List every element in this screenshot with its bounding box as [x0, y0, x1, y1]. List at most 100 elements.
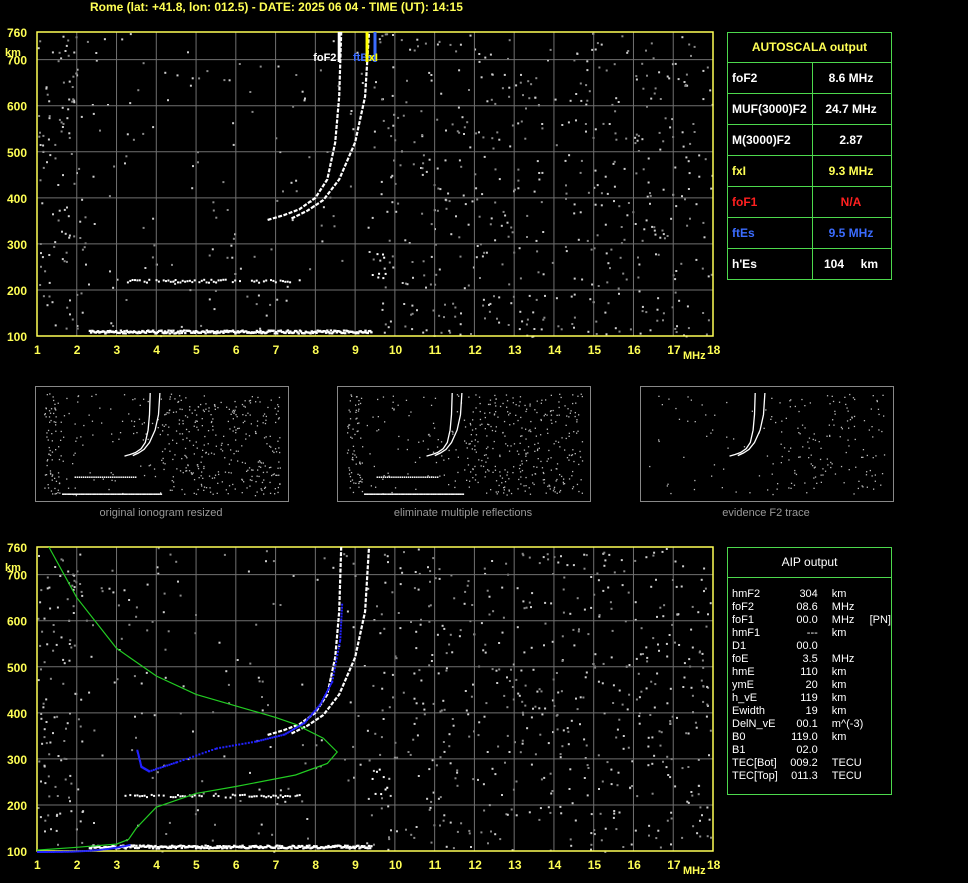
- noise-dot: [439, 188, 442, 191]
- thumb-noise-dot: [818, 441, 820, 443]
- noise-dot: [429, 580, 431, 583]
- noise-dot: [39, 644, 42, 647]
- autoscala-key: foF2: [732, 71, 758, 85]
- x-tick-label: 1: [34, 343, 41, 357]
- thumb-es-dot: [402, 493, 405, 495]
- noise-dot: [92, 624, 94, 627]
- thumb-noise-dot: [257, 469, 259, 471]
- thumb-noise-dot: [347, 427, 350, 429]
- aip-value: 20: [805, 679, 818, 691]
- thumb-noise-dot: [668, 398, 670, 400]
- noise-dot: [674, 560, 677, 563]
- thumb-noise-dot: [203, 410, 205, 413]
- noise-dot: [399, 164, 402, 167]
- autoscala-row: M(3000)F2 2.87: [728, 125, 891, 156]
- noise-dot: [535, 298, 538, 301]
- thumb-noise-dot: [169, 450, 171, 452]
- noise-dot: [73, 101, 76, 104]
- thumb-noise-dot: [710, 432, 712, 434]
- noise-dot: [642, 87, 645, 90]
- aip-key: foF1: [732, 614, 755, 626]
- thumb-es-dot: [63, 493, 65, 495]
- thumb-es-dot: [122, 476, 124, 478]
- noise-dot: [456, 830, 459, 833]
- noise-dot: [486, 589, 489, 592]
- thumb-noise-dot: [261, 489, 263, 491]
- noise-dot: [524, 684, 527, 687]
- thumb-noise-dot: [479, 410, 481, 413]
- es-dot: [180, 846, 183, 850]
- thumb-noise-dot: [532, 482, 534, 484]
- thumb-noise-dot: [568, 478, 571, 480]
- noise-dot: [58, 51, 61, 54]
- autoscala-separator: [812, 187, 813, 217]
- noise-dot: [380, 736, 383, 739]
- noise-dot: [333, 225, 336, 228]
- thumb-noise-dot: [347, 449, 350, 451]
- thumb-noise-dot: [270, 399, 272, 401]
- es-multiple-dot: [188, 279, 191, 282]
- thumb-noise-dot: [354, 433, 356, 436]
- thumb-noise-dot: [486, 492, 488, 494]
- thumb-es-dot: [98, 493, 100, 495]
- thumb-noise-dot: [456, 394, 459, 396]
- thumb-noise-dot: [767, 489, 769, 491]
- noise-dot: [93, 729, 96, 732]
- noise-dot: [483, 715, 486, 718]
- thumb-noise-dot: [82, 444, 84, 446]
- thumb-noise-dot: [687, 420, 689, 422]
- noise-dot: [156, 566, 159, 569]
- thumb-noise-dot: [47, 429, 50, 432]
- noise-dot: [531, 592, 534, 595]
- noise-dot: [540, 778, 543, 781]
- noise-dot: [659, 606, 662, 609]
- recon-dot: [238, 743, 241, 746]
- noise-dot: [101, 590, 104, 593]
- noise-dot: [151, 776, 154, 779]
- noise-dot: [422, 702, 425, 705]
- thumb-es-dot: [80, 476, 83, 478]
- thumb-noise-dot: [202, 477, 204, 479]
- x-tick-label: 9: [352, 858, 359, 872]
- noise-dot: [381, 709, 384, 712]
- noise-dot: [367, 226, 370, 229]
- e-fit-dot: [80, 850, 83, 853]
- thumb-es-dot: [422, 493, 424, 495]
- thumb-noise-dot: [814, 476, 817, 478]
- noise-dot: [423, 708, 426, 711]
- autoscala-value: 9.3 MHz: [828, 164, 874, 178]
- noise-dot: [543, 316, 546, 319]
- thumb-noise-dot: [550, 469, 552, 471]
- noise-dot: [627, 591, 630, 594]
- thumb-noise-dot: [359, 476, 362, 479]
- thumb-es-dot: [379, 493, 381, 495]
- noise-dot: [61, 258, 64, 261]
- thumb-noise-dot: [513, 466, 515, 468]
- noise-dot: [375, 770, 378, 773]
- thumb-noise-dot: [528, 430, 530, 432]
- y-tick-label: 600: [7, 615, 27, 629]
- noise-dot: [66, 306, 69, 309]
- y-axis-label: km: [5, 562, 21, 574]
- recon-dot: [195, 754, 198, 757]
- thumb-es-dot: [365, 493, 367, 495]
- thumb-noise-dot: [235, 429, 237, 431]
- thumb-noise-dot: [875, 455, 877, 457]
- recon-dot: [228, 745, 231, 748]
- thumb-noise-dot: [112, 441, 114, 443]
- thumb-noise-dot: [525, 428, 527, 430]
- thumb-noise-dot: [503, 420, 506, 423]
- noise-dot: [649, 192, 651, 195]
- es-dot: [203, 847, 206, 850]
- noise-dot: [135, 736, 137, 739]
- aip-value: 02.0: [796, 744, 818, 756]
- noise-dot: [613, 160, 616, 163]
- autoscala-title: AUTOSCALA output: [728, 33, 891, 63]
- thumb-noise-dot: [197, 468, 200, 470]
- noise-dot: [591, 48, 594, 51]
- noise-dot: [508, 39, 511, 42]
- noise-dot: [384, 323, 387, 326]
- thumb-noise-dot: [212, 418, 214, 420]
- x-tick-label: 10: [389, 858, 403, 872]
- e-fit-dot: [37, 851, 39, 853]
